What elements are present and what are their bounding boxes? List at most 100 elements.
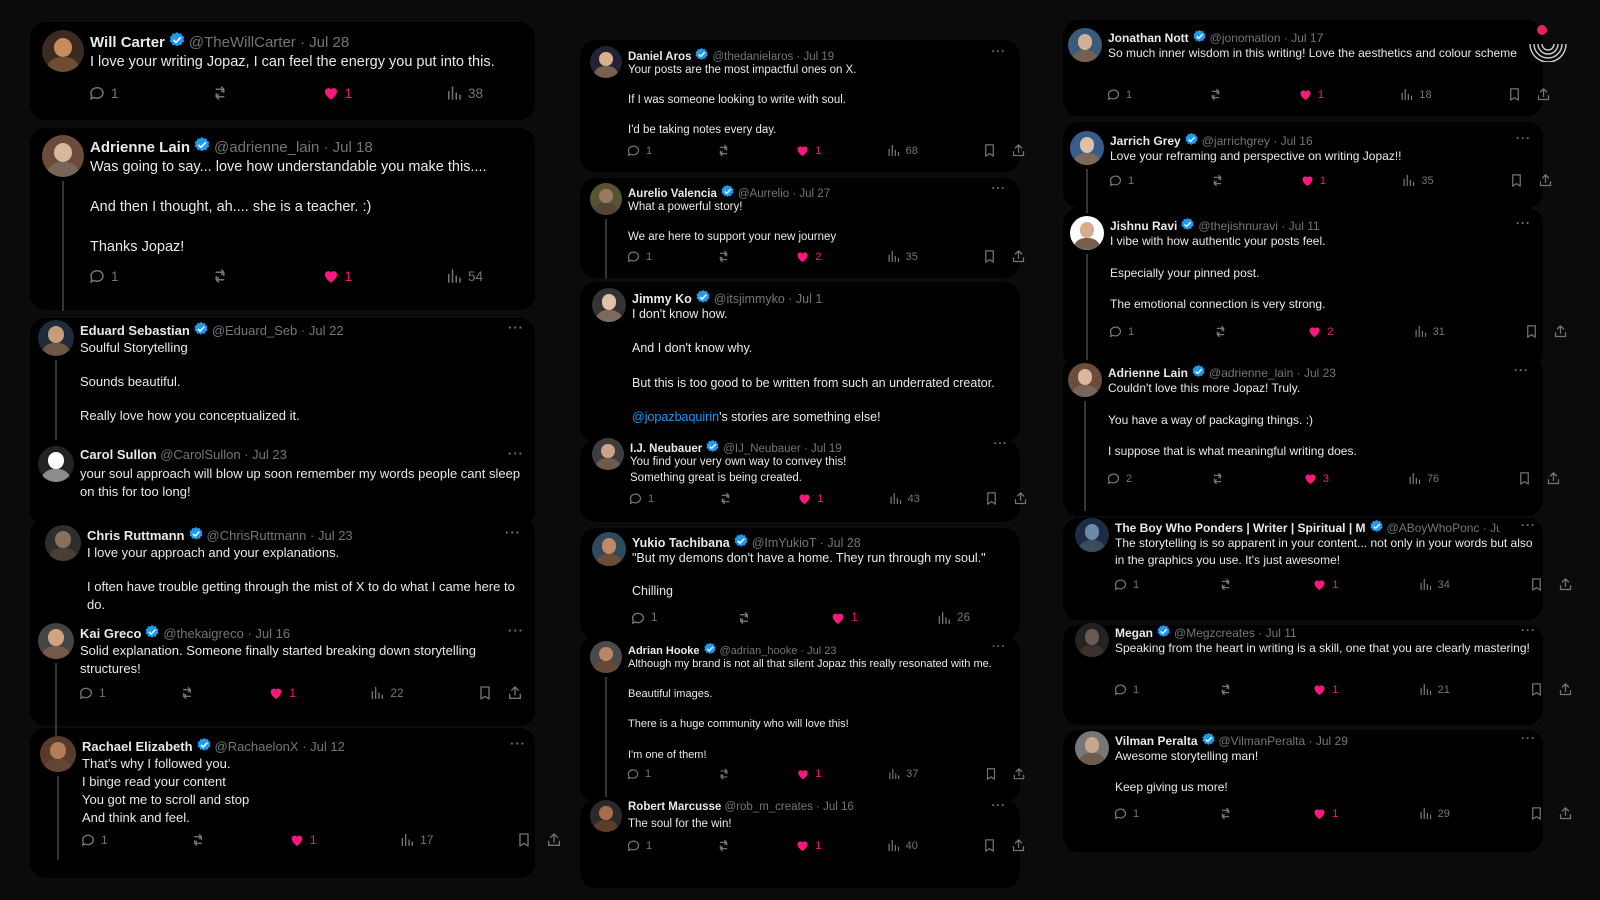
more-options-icon[interactable]: ··· bbox=[508, 320, 524, 335]
post-date[interactable]: Jul 27 bbox=[799, 188, 830, 200]
more-options-icon[interactable]: ··· bbox=[1521, 518, 1536, 532]
like-button[interactable]: 1 bbox=[1300, 173, 1326, 188]
reply-button[interactable]: 1 bbox=[80, 832, 108, 848]
post-date[interactable]: Jul 22 bbox=[309, 323, 344, 338]
avatar[interactable] bbox=[1070, 131, 1104, 165]
more-options-icon[interactable]: ··· bbox=[1514, 363, 1529, 377]
reply-button[interactable]: 2 bbox=[1106, 471, 1132, 486]
reply-button[interactable]: 1 bbox=[1113, 682, 1139, 697]
post-date[interactable]: Jul 11 bbox=[1266, 626, 1297, 640]
reply-button[interactable]: 1 bbox=[1106, 87, 1132, 102]
author-handle[interactable]: @Megzcreates bbox=[1174, 626, 1255, 640]
reply-button[interactable]: 1 bbox=[628, 491, 654, 506]
author-name[interactable]: Jishnu Ravi bbox=[1110, 219, 1177, 233]
like-button[interactable]: 1 bbox=[796, 767, 822, 781]
author-handle[interactable]: @adrian_hooke bbox=[720, 645, 798, 657]
post-date[interactable]: Jul 13 bbox=[1490, 521, 1500, 535]
bookmark-button[interactable] bbox=[516, 832, 532, 848]
views-button[interactable]: 17 bbox=[399, 832, 433, 848]
bookmark-button[interactable] bbox=[982, 143, 997, 158]
author-handle[interactable]: @ChrisRuttmann bbox=[207, 528, 307, 543]
avatar[interactable] bbox=[592, 532, 626, 566]
views-button[interactable]: 37 bbox=[887, 767, 918, 781]
share-button[interactable] bbox=[507, 685, 523, 701]
like-button[interactable]: 1 bbox=[1312, 577, 1339, 592]
avatar[interactable] bbox=[42, 135, 84, 177]
author-handle[interactable]: @rob_m_creates bbox=[725, 801, 813, 813]
author-handle[interactable]: @Aurrelio bbox=[738, 188, 789, 200]
author-name[interactable]: Adrienne Lain bbox=[1108, 366, 1188, 380]
bookmark-button[interactable] bbox=[984, 491, 999, 506]
reply-button[interactable]: 1 bbox=[88, 84, 119, 102]
more-options-icon[interactable]: ··· bbox=[1516, 131, 1531, 145]
reply-button[interactable]: 1 bbox=[1113, 806, 1139, 821]
share-button[interactable] bbox=[1558, 806, 1573, 821]
avatar[interactable] bbox=[1075, 731, 1109, 765]
like-button[interactable]: 2 bbox=[795, 249, 822, 264]
share-button[interactable] bbox=[1538, 173, 1553, 188]
author-name[interactable]: Carol Sullon bbox=[80, 447, 157, 462]
like-button[interactable]: 3 bbox=[1303, 471, 1329, 486]
views-button[interactable]: 31 bbox=[1413, 324, 1445, 339]
avatar[interactable] bbox=[590, 46, 622, 78]
avatar[interactable] bbox=[1075, 623, 1109, 657]
post-date[interactable]: Jul 12 bbox=[310, 739, 345, 754]
more-options-icon[interactable]: ··· bbox=[1521, 623, 1536, 637]
bookmark-button[interactable] bbox=[984, 767, 998, 781]
author-name[interactable]: Chris Ruttmann bbox=[87, 528, 185, 543]
avatar[interactable] bbox=[1070, 216, 1104, 250]
author-handle[interactable]: @thekaigreco bbox=[163, 626, 243, 641]
repost-button[interactable] bbox=[1210, 173, 1225, 188]
like-button[interactable]: 1 bbox=[268, 685, 296, 701]
reply-button[interactable]: 1 bbox=[88, 267, 119, 285]
share-button[interactable] bbox=[546, 832, 562, 848]
more-options-icon[interactable]: ··· bbox=[1521, 731, 1536, 745]
repost-button[interactable] bbox=[716, 838, 731, 853]
reply-button[interactable]: 1 bbox=[1108, 173, 1134, 188]
post-date[interactable]: Jul 16 bbox=[1281, 134, 1313, 148]
repost-button[interactable] bbox=[1208, 87, 1223, 102]
like-button[interactable]: 1 bbox=[289, 832, 317, 848]
reply-button[interactable]: 1 bbox=[626, 767, 651, 781]
author-name[interactable]: Adrian Hooke bbox=[628, 645, 700, 657]
repost-button[interactable] bbox=[716, 249, 731, 264]
author-name[interactable]: I.J. Neubauer bbox=[630, 443, 702, 455]
repost-button[interactable] bbox=[716, 143, 731, 158]
repost-button[interactable] bbox=[1218, 577, 1233, 592]
post-date[interactable]: Jul 29 bbox=[1316, 734, 1348, 748]
post-date[interactable]: Jul 11 bbox=[1289, 219, 1320, 233]
repost-button[interactable] bbox=[736, 610, 752, 626]
like-button[interactable]: 1 bbox=[795, 143, 822, 158]
avatar[interactable] bbox=[592, 438, 624, 470]
avatar[interactable] bbox=[1068, 363, 1102, 397]
more-options-icon[interactable]: ··· bbox=[505, 525, 521, 540]
share-button[interactable] bbox=[1536, 87, 1551, 102]
like-button[interactable]: 1 bbox=[322, 84, 352, 102]
like-button[interactable]: 1 bbox=[830, 610, 858, 626]
author-handle[interactable]: @VilmanPeralta bbox=[1219, 734, 1306, 748]
author-name[interactable]: Kai Greco bbox=[80, 626, 141, 641]
reply-button[interactable]: 1 bbox=[626, 838, 652, 853]
author-name[interactable]: Aurelio Valencia bbox=[628, 188, 717, 200]
share-button[interactable] bbox=[1011, 838, 1026, 853]
views-button[interactable]: 29 bbox=[1418, 806, 1450, 821]
author-handle[interactable]: @adrienne_lain bbox=[214, 139, 319, 156]
bookmark-button[interactable] bbox=[477, 685, 493, 701]
views-button[interactable]: 26 bbox=[936, 610, 970, 626]
avatar[interactable] bbox=[1068, 28, 1102, 62]
repost-button[interactable] bbox=[717, 767, 731, 781]
more-options-icon[interactable]: ··· bbox=[1516, 216, 1531, 230]
post-date[interactable]: Jul 19 bbox=[811, 443, 842, 455]
repost-button[interactable] bbox=[179, 685, 195, 701]
share-button[interactable] bbox=[1546, 471, 1561, 486]
reply-button[interactable]: 1 bbox=[626, 143, 652, 158]
author-handle[interactable]: @itsjimmyko bbox=[714, 292, 785, 306]
author-name[interactable]: Robert Marcusse bbox=[628, 801, 721, 813]
views-button[interactable]: 22 bbox=[369, 685, 404, 701]
views-button[interactable]: 18 bbox=[1399, 87, 1432, 102]
bookmark-button[interactable] bbox=[982, 838, 997, 853]
author-name[interactable]: Yukio Tachibana bbox=[632, 536, 730, 550]
more-options-icon[interactable]: ··· bbox=[508, 446, 524, 461]
more-options-icon[interactable]: ··· bbox=[510, 736, 526, 751]
author-name[interactable]: The Boy Who Ponders | Writer | Spiritual… bbox=[1115, 521, 1366, 535]
